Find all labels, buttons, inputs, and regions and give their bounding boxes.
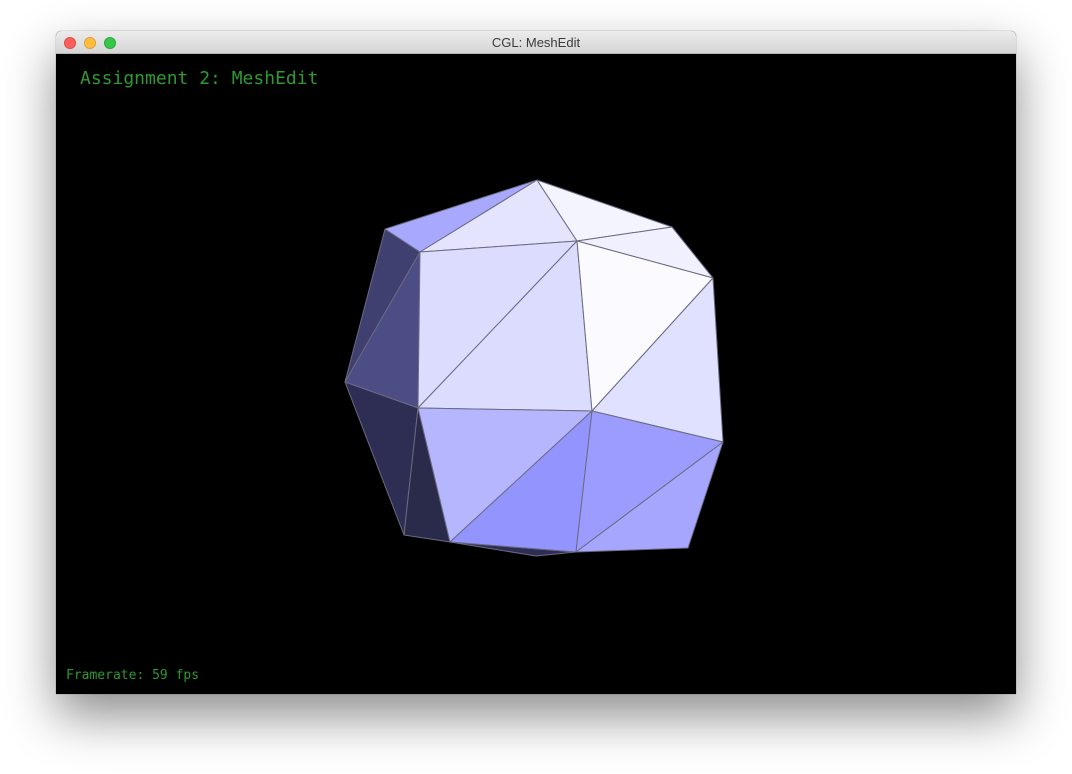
hud-title: Assignment 2: MeshEdit	[80, 68, 319, 89]
mesh-model[interactable]	[56, 54, 1016, 694]
window-title: CGL: MeshEdit	[491, 35, 581, 50]
title-bar[interactable]: CGL: MeshEdit	[56, 31, 1016, 54]
render-viewport[interactable]: Assignment 2: MeshEdit Framerate: 59 fps	[56, 54, 1016, 694]
framerate-readout: Framerate: 59 fps	[66, 668, 200, 683]
app-window: CGL: MeshEdit Assignment 2: MeshEdit Fra…	[56, 31, 1016, 694]
